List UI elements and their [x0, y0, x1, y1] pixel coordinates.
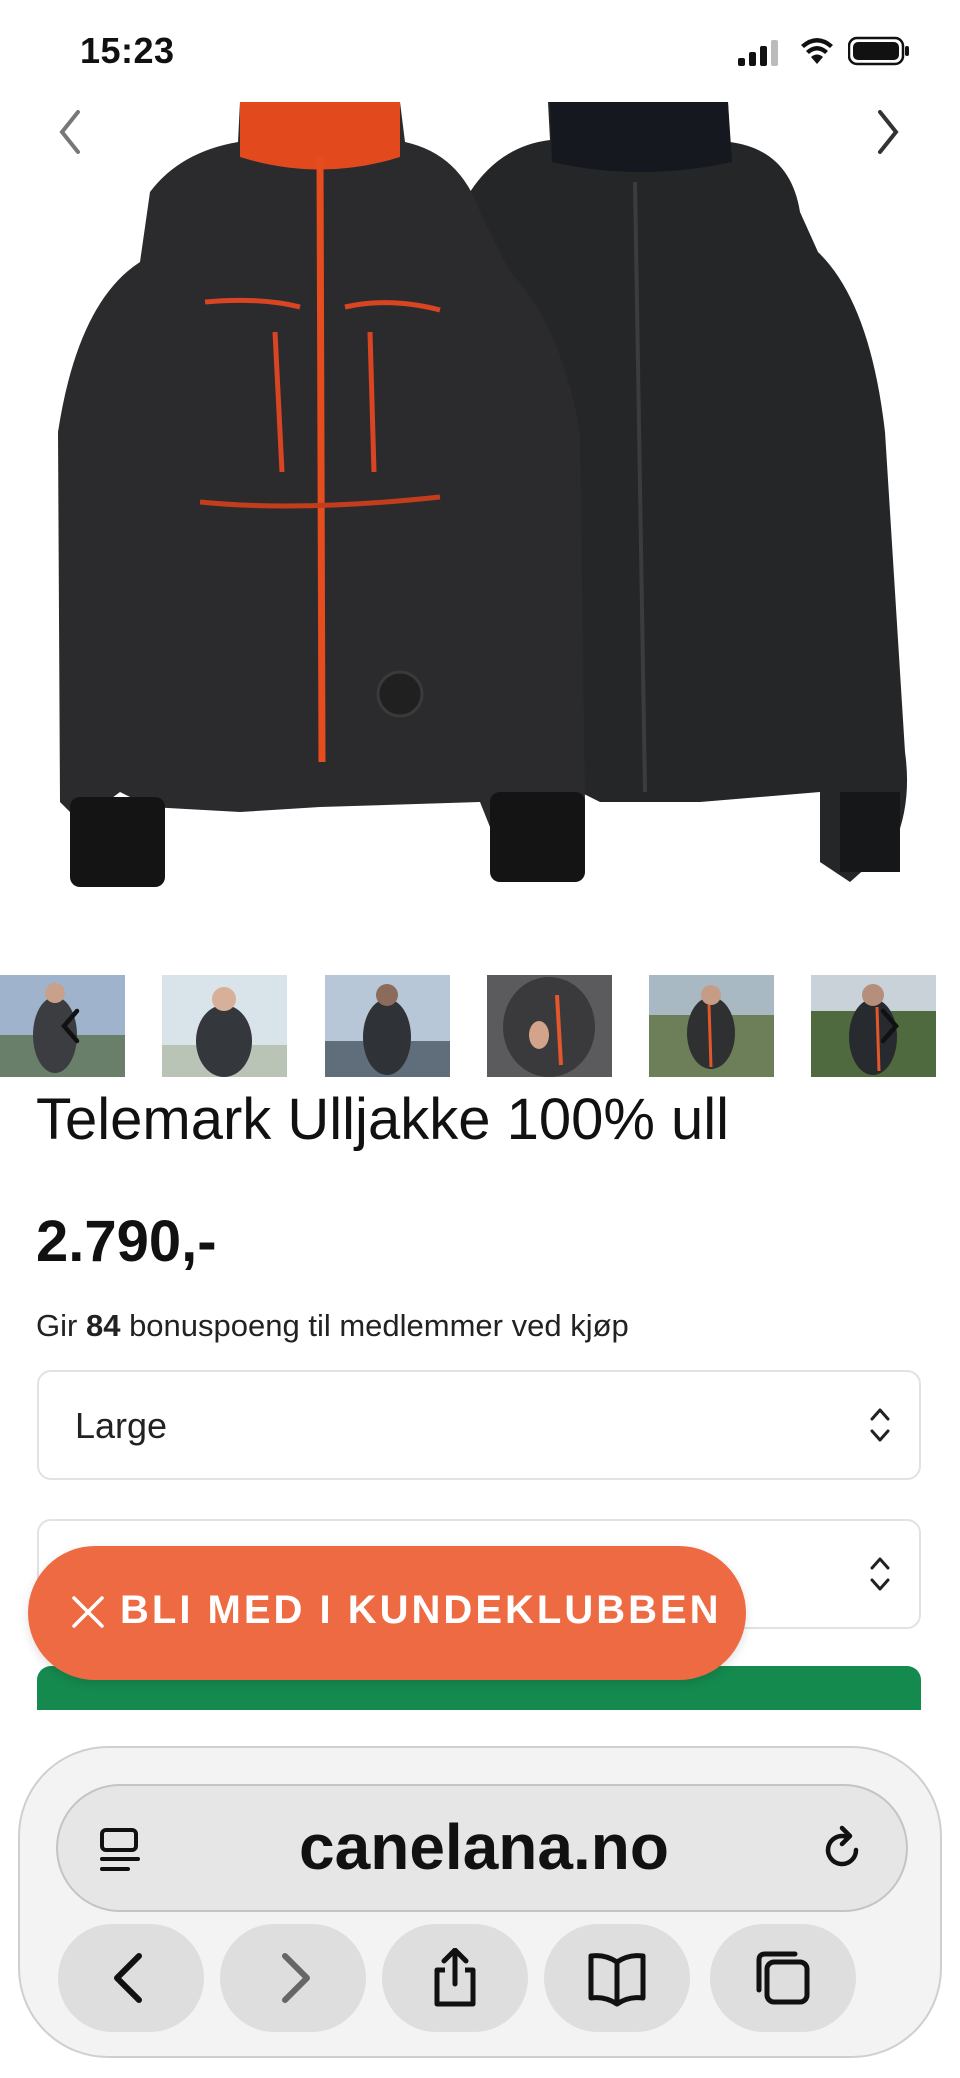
- forward-button[interactable]: [220, 1924, 366, 2032]
- hero-prev-icon[interactable]: [50, 102, 90, 162]
- status-time: 15:23: [80, 30, 175, 71]
- bookmarks-icon: [588, 1953, 646, 2007]
- address-bar[interactable]: canelana.no: [56, 1784, 908, 1912]
- select-chevron-icon: [870, 1408, 890, 1442]
- size-select-value: Large: [75, 1405, 168, 1446]
- forward-icon: [282, 1953, 310, 2003]
- share-icon: [434, 1948, 476, 2007]
- select-chevron-icon: [870, 1557, 890, 1591]
- product-price: 2.790,-: [36, 1209, 217, 1274]
- bonus-suffix: bonuspoeng til medlemmer ved kjøp: [129, 1308, 629, 1343]
- thumbnail-3[interactable]: [325, 975, 450, 1077]
- bonus-info: Gir 84 bonuspoeng til medlemmer ved kjøp: [36, 1308, 629, 1344]
- thumbnail-next-icon[interactable]: [874, 1005, 904, 1047]
- product-title: Telemark Ulljakke 100% ull: [36, 1087, 730, 1152]
- product-image[interactable]: [0, 102, 960, 952]
- share-button[interactable]: [382, 1924, 528, 2032]
- thumbnail-5[interactable]: [649, 975, 774, 1077]
- back-icon: [114, 1953, 142, 2003]
- battery-icon: [848, 36, 909, 66]
- thumbnail-2[interactable]: [162, 975, 287, 1077]
- status-bar: 15:23: [0, 0, 960, 102]
- join-club-button[interactable]: BLI MED I KUNDEKLUBBEN: [28, 1546, 746, 1680]
- signal-icon: [738, 40, 778, 66]
- bonus-prefix: Gir: [36, 1308, 78, 1343]
- reload-icon[interactable]: [816, 1824, 868, 1876]
- tabs-icon: [756, 1951, 810, 2005]
- join-club-label: BLI MED I KUNDEKLUBBEN: [120, 1588, 722, 1632]
- thumbnail-4[interactable]: [487, 975, 612, 1077]
- thumbnail-prev-icon[interactable]: [56, 1005, 86, 1047]
- back-button[interactable]: [58, 1924, 204, 2032]
- bonus-points: 84: [85, 1308, 121, 1343]
- hero-next-icon[interactable]: [868, 102, 908, 162]
- tabs-button[interactable]: [710, 1924, 856, 2032]
- url-text: canelana.no: [299, 1811, 669, 1883]
- browser-toolbar: canelana.no: [18, 1746, 942, 2058]
- size-select[interactable]: Large: [37, 1370, 921, 1480]
- bookmarks-button[interactable]: [544, 1924, 690, 2032]
- wifi-icon: [801, 38, 833, 64]
- close-icon[interactable]: [68, 1592, 108, 1632]
- thumbnail-strip[interactable]: [0, 975, 960, 1077]
